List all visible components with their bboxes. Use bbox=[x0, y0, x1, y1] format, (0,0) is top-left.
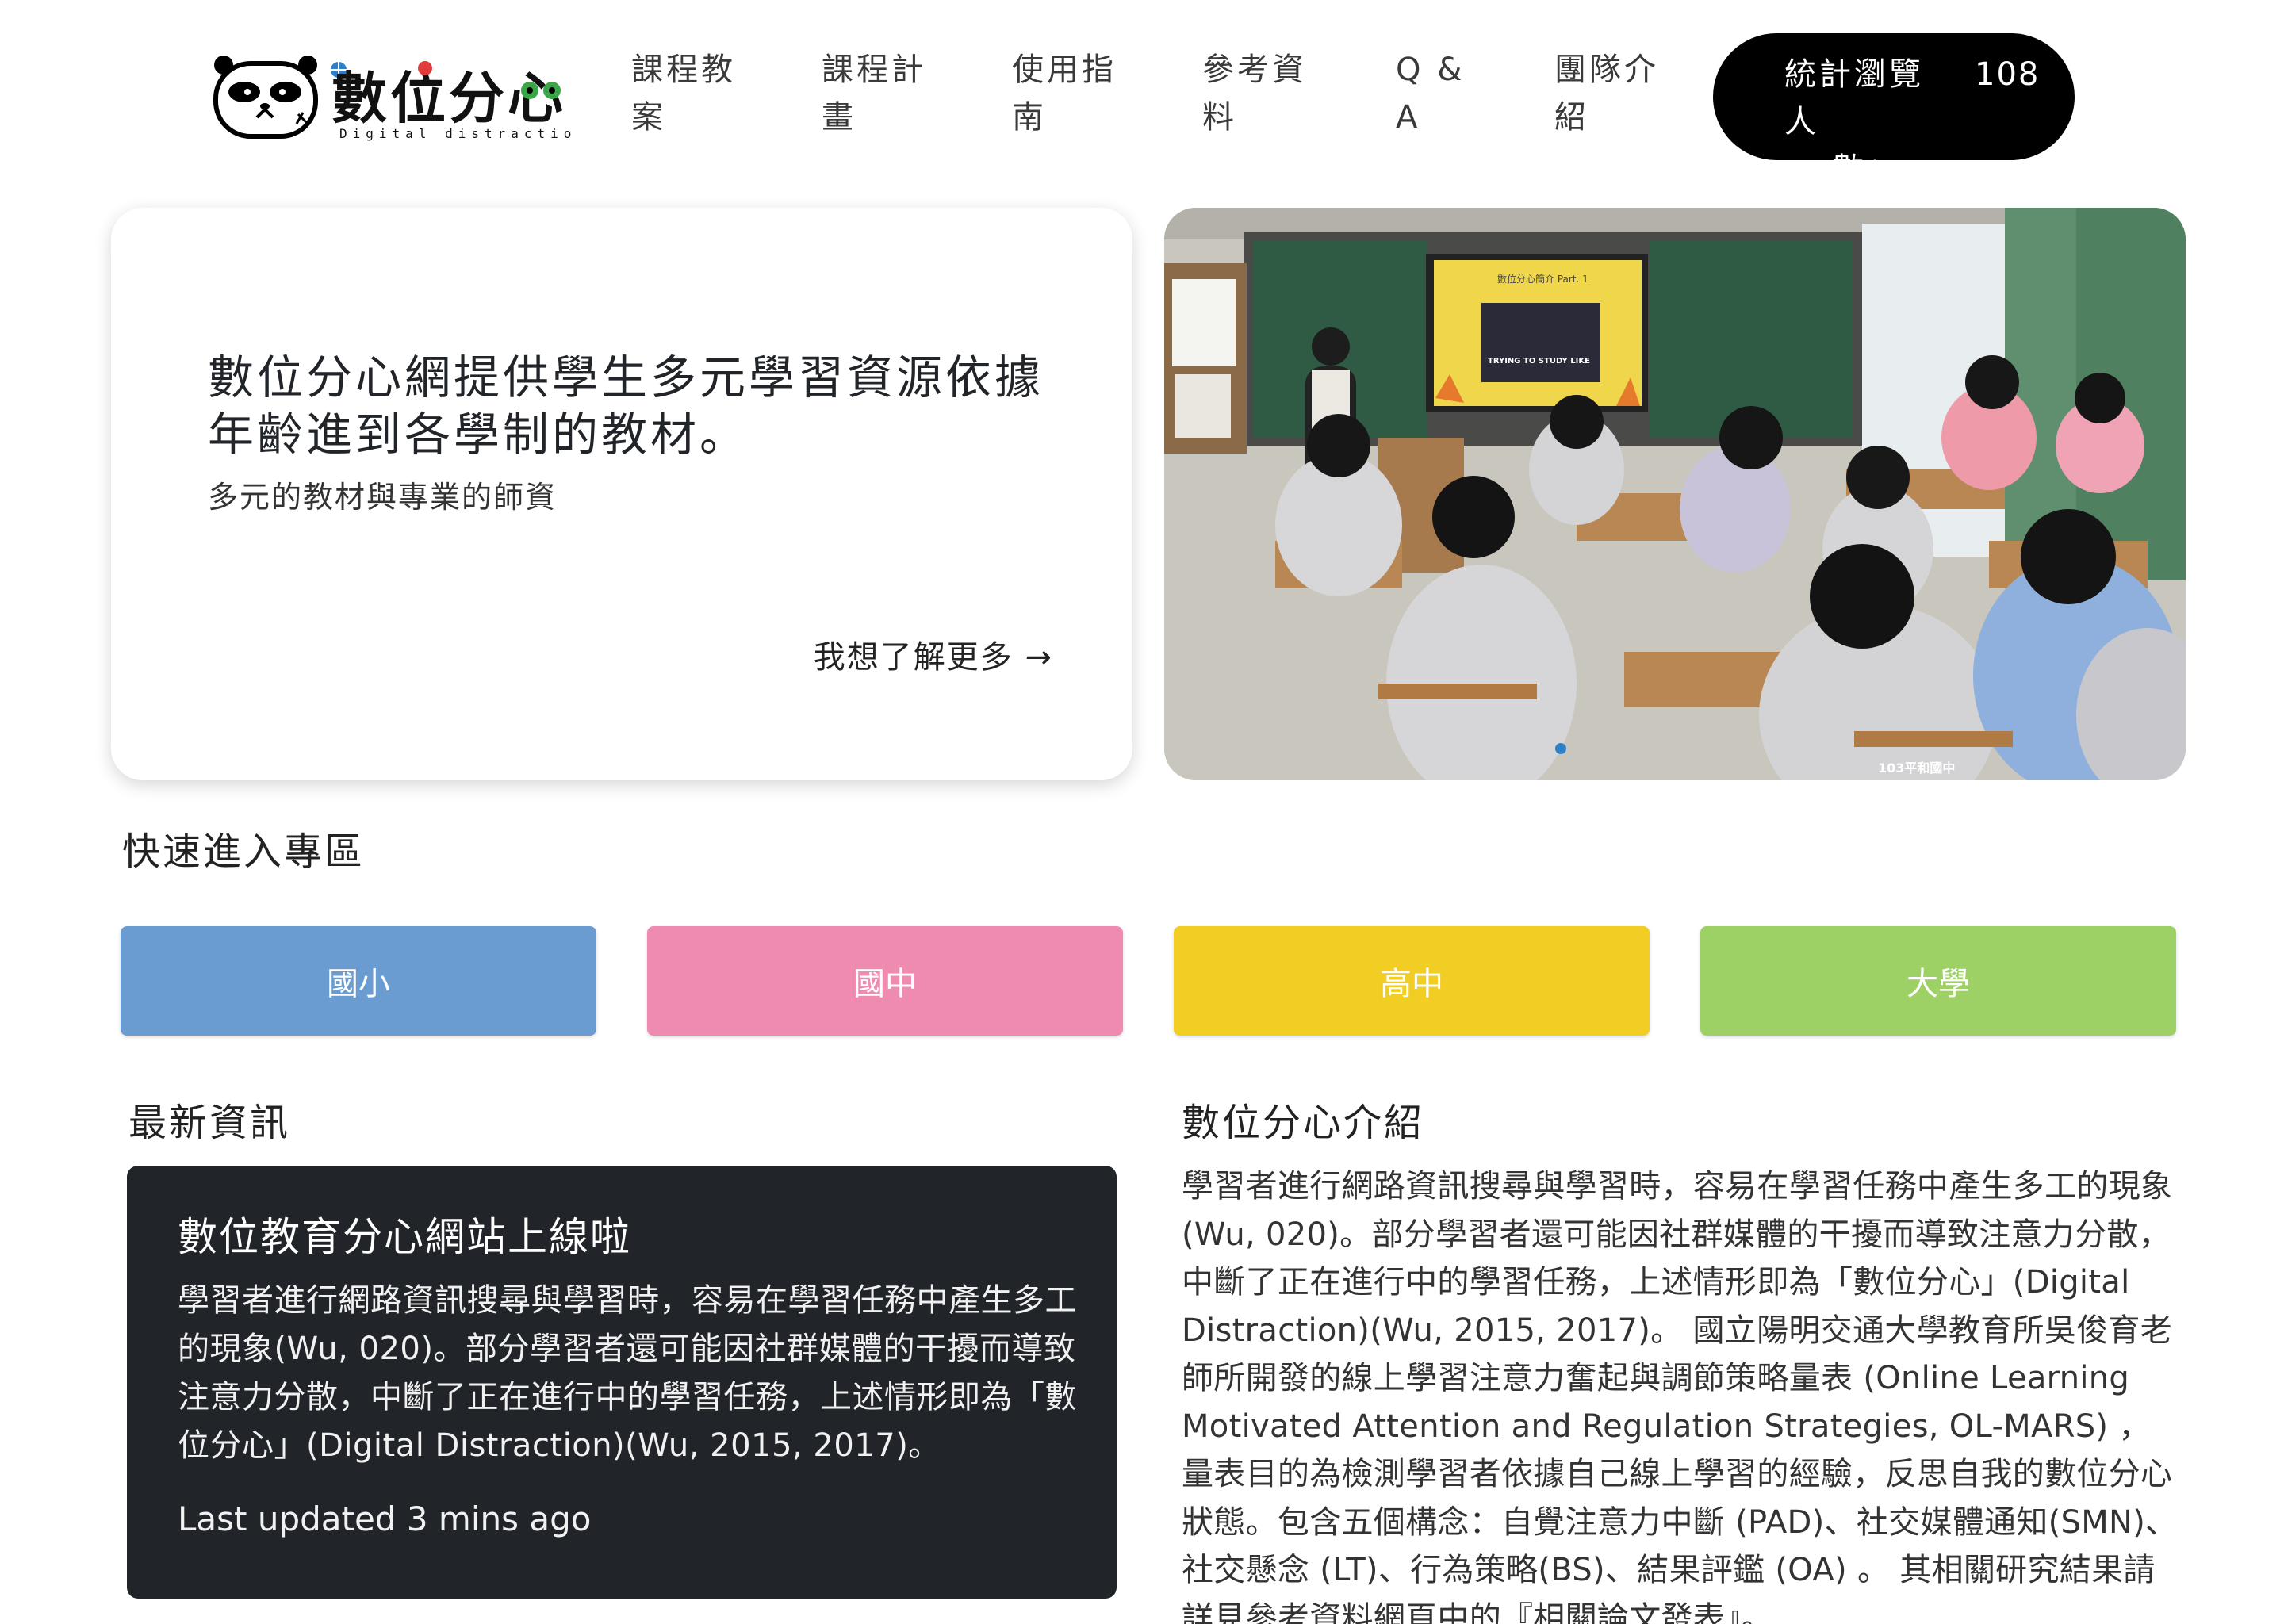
hero-card: 數位分心網提供學生多元學習資源依據年齡進到各學制的教材。 多元的教材與專業的師資… bbox=[111, 208, 1132, 780]
junior-high-button[interactable]: 國中 bbox=[647, 926, 1123, 1036]
senior-high-button[interactable]: 高中 bbox=[1174, 926, 1650, 1036]
nav-label: 料 bbox=[1202, 99, 1237, 136]
nav-label: A bbox=[1396, 99, 1421, 136]
news-updated-time: Last updated 3 mins ago bbox=[178, 1500, 592, 1538]
news-card-title: 數位教育分心網站上線啦 bbox=[178, 1214, 631, 1260]
university-button[interactable]: 大學 bbox=[1700, 926, 2176, 1036]
elementary-school-button[interactable]: 國小 bbox=[121, 926, 596, 1036]
slide-title: 數位分心簡介 Part. 1 bbox=[1497, 273, 1588, 285]
hero-subtitle: 多元的教材與專業的師資 bbox=[208, 480, 558, 515]
nav-course-lessons[interactable]: 課程教 案 bbox=[631, 46, 736, 141]
nav-label: 案 bbox=[631, 99, 666, 136]
hero-title: 數位分心網提供學生多元學習資源依據年齡進到各學制的教材。 bbox=[208, 350, 1044, 462]
nav-team-intro[interactable]: 團隊介 紹 bbox=[1554, 46, 1659, 141]
nav-label: 紹 bbox=[1554, 99, 1589, 136]
nav-label: Q & bbox=[1396, 52, 1466, 88]
quick-access-title: 快速進入專區 bbox=[122, 829, 366, 874]
visitor-stats-label: 統計瀏覽人 數： bbox=[1784, 56, 1924, 188]
nav-label: 使用指 bbox=[1012, 52, 1117, 88]
nav-references[interactable]: 參考資 料 bbox=[1202, 46, 1307, 141]
desk-tag: 103平和國中 bbox=[1878, 760, 1955, 776]
nav-label: 課程教 bbox=[631, 52, 736, 88]
slide-caption: TRYING TO STUDY LIKE bbox=[1488, 357, 1590, 366]
intro-title: 數位分心介紹 bbox=[1182, 1101, 1425, 1145]
nav-label: 參考資 bbox=[1202, 52, 1307, 88]
nav-user-guide[interactable]: 使用指 南 bbox=[1012, 46, 1117, 141]
nav-label: 畫 bbox=[822, 99, 856, 136]
learn-more-link[interactable]: 我想了解更多 → bbox=[814, 636, 1053, 679]
visitor-count: 108 bbox=[1975, 56, 2041, 93]
nav-label: 課程計 bbox=[822, 52, 926, 88]
nav-course-plan[interactable]: 課程計 畫 bbox=[822, 46, 926, 141]
nav-qa[interactable]: Q & A bbox=[1396, 46, 1465, 141]
intro-body: 學習者進行網路資訊搜尋與學習時，容易在學習任務中產生多工的現象(Wu, 020)… bbox=[1182, 1168, 2178, 1624]
nav-label: 團隊介 bbox=[1554, 52, 1659, 88]
news-card-body: 學習者進行網路資訊搜尋與學習時，容易在學習任務中產生多工的現象(Wu, 020)… bbox=[178, 1282, 1077, 1464]
visitor-stats-badge: 統計瀏覽人 數： 108 bbox=[1713, 33, 2075, 188]
classroom-photo: 數位分心簡介 Part. 1 TRYING TO STUDY LIKE 103平… bbox=[1164, 208, 2186, 780]
latest-news-title: 最新資訊 bbox=[128, 1101, 291, 1145]
news-card: 數位教育分心網站上線啦 學習者進行網路資訊搜尋與學習時，容易在學習任務中產生多工… bbox=[127, 1166, 1117, 1599]
nav-label: 南 bbox=[1012, 99, 1047, 136]
